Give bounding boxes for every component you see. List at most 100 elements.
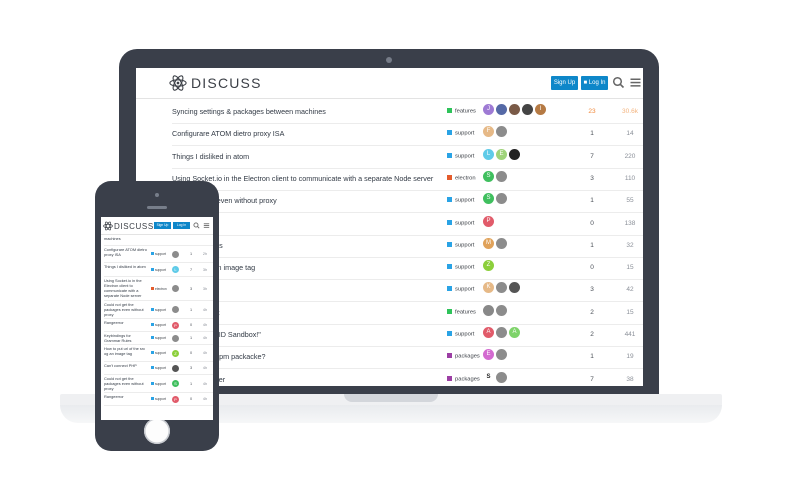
- topic-row[interactable]: Syncing settings & packages between mach…: [172, 101, 643, 124]
- avatar[interactable]: [496, 104, 507, 115]
- hamburger-menu-icon[interactable]: [629, 76, 642, 89]
- phone-topic-title[interactable]: Keybindings for Grammar Rules: [104, 333, 148, 343]
- phone-category-badge[interactable]: support: [151, 351, 166, 355]
- topic-row[interactable]: Using Socket.io in the Electron client t…: [172, 168, 643, 191]
- topic-title-link[interactable]: Things I disliked in atom: [172, 152, 249, 161]
- phone-topic-row[interactable]: Things I disliked in atom support L 7 3h: [104, 263, 213, 277]
- phone-topic-row[interactable]: How to put url of the src og an image ta…: [104, 345, 213, 362]
- avatar[interactable]: S: [483, 371, 494, 383]
- phone-topic-row[interactable]: machines: [104, 235, 213, 246]
- avatar[interactable]: [496, 304, 507, 316]
- phone-category-badge[interactable]: support: [151, 381, 166, 386]
- phone-site-logo[interactable]: DISCUSS: [103, 221, 154, 231]
- phone-topic-title[interactable]: Using Socket.io in the Electron client t…: [104, 278, 148, 298]
- phone-topic-title[interactable]: Could not get the packages even without …: [104, 302, 148, 317]
- phone-avatar[interactable]: P: [172, 395, 179, 403]
- phone-topic-title[interactable]: Rangeerror: [104, 394, 148, 399]
- topic-row[interactable]: PHPsupportK3424h: [172, 279, 643, 303]
- category-badge[interactable]: support: [447, 264, 474, 271]
- phone-avatar[interactable]: [172, 285, 179, 292]
- topic-row[interactable]: Grammar RulessupportM1324h: [172, 235, 643, 258]
- topic-title-link[interactable]: Configurare ATOM dietro proxy ISA: [172, 129, 284, 138]
- avatar[interactable]: [496, 371, 507, 383]
- phone-category-badge[interactable]: support: [151, 366, 166, 370]
- avatar[interactable]: Z: [483, 260, 494, 272]
- phone-avatar[interactable]: [172, 334, 179, 342]
- avatar[interactable]: [522, 104, 533, 115]
- category-badge[interactable]: features: [447, 308, 476, 315]
- phone-avatar[interactable]: [172, 364, 179, 372]
- phone-search-icon[interactable]: [193, 222, 200, 229]
- avatar[interactable]: P: [483, 215, 494, 227]
- phone-topic-row[interactable]: Using Socket.io in the Electron client t…: [104, 277, 213, 301]
- category-badge[interactable]: support: [447, 152, 474, 159]
- phone-avatar[interactable]: S: [172, 380, 179, 387]
- avatar[interactable]: [509, 148, 520, 160]
- avatar[interactable]: [496, 282, 507, 294]
- phone-topic-title[interactable]: Could not get the packages even without …: [104, 376, 148, 391]
- category-badge[interactable]: features: [447, 108, 476, 115]
- avatar[interactable]: [509, 282, 520, 294]
- phone-category-badge[interactable]: support: [151, 267, 166, 272]
- phone-category-badge[interactable]: support: [151, 336, 166, 340]
- phone-hamburger-menu-icon[interactable]: [203, 222, 210, 229]
- phone-category-badge[interactable]: support: [151, 307, 166, 312]
- avatar[interactable]: K: [483, 282, 494, 294]
- topic-row[interactable]: the packages even without proxy support S 1…: [172, 190, 643, 214]
- avatar[interactable]: [496, 193, 507, 205]
- topic-row[interactable]: m packagefolderpackagesS7387h: [172, 369, 643, 386]
- log-in-button[interactable]: ■ Log In: [581, 76, 608, 90]
- search-icon[interactable]: [612, 76, 625, 89]
- avatar[interactable]: [496, 237, 507, 249]
- avatar[interactable]: S: [483, 193, 494, 205]
- avatar[interactable]: [483, 304, 494, 316]
- phone-topic-row[interactable]: Could not get the packages even without …: [104, 301, 213, 319]
- phone-avatar[interactable]: L: [172, 266, 179, 273]
- sign-up-button[interactable]: Sign Up: [551, 76, 578, 90]
- phone-sign-up-button[interactable]: Sign Up: [154, 222, 171, 229]
- phone-topic-title[interactable]: How to put url of the src og an image ta…: [104, 346, 148, 356]
- category-badge[interactable]: support: [447, 197, 474, 204]
- avatar[interactable]: A: [483, 327, 494, 338]
- phone-avatar[interactable]: [172, 250, 179, 258]
- phone-topic-title[interactable]: Configurare ATOM dietro proxy ISA: [104, 247, 148, 257]
- phone-log-in-button[interactable]: Log In: [173, 222, 190, 229]
- phone-topic-row[interactable]: Rangeerror support P 0 4h: [104, 393, 213, 406]
- avatar[interactable]: [509, 104, 520, 115]
- phone-topic-title[interactable]: machines: [104, 236, 148, 241]
- avatar[interactable]: S: [483, 170, 494, 182]
- phone-avatar[interactable]: Z: [172, 349, 179, 357]
- phone-category-badge[interactable]: electron: [151, 286, 167, 291]
- avatar[interactable]: F: [483, 126, 494, 138]
- phone-topic-row[interactable]: Rangeerror support P 0 4h: [104, 319, 213, 332]
- avatar[interactable]: E: [496, 148, 507, 160]
- avatar[interactable]: L: [483, 148, 494, 160]
- category-badge[interactable]: electron: [447, 174, 476, 181]
- phone-category-badge[interactable]: support: [151, 397, 166, 401]
- category-badge[interactable]: support: [447, 241, 474, 248]
- category-badge[interactable]: support: [447, 219, 474, 226]
- avatar[interactable]: [496, 170, 507, 182]
- phone-topic-title[interactable]: Things I disliked in atom: [104, 264, 148, 269]
- topic-row[interactable]: without the SUID Sandbox!"supportAA24416…: [172, 324, 643, 347]
- avatar[interactable]: I: [535, 104, 546, 115]
- phone-topic-row[interactable]: Configurare ATOM dietro proxy ISA support…: [104, 246, 213, 263]
- category-badge[interactable]: support: [447, 130, 474, 137]
- category-badge[interactable]: support: [447, 331, 474, 338]
- phone-topic-title[interactable]: Can't connect PHP: [104, 363, 148, 368]
- topic-row[interactable]: riable Highlightfeatures2155h: [172, 302, 643, 325]
- topic-row[interactable]: Things I disliked in atomsupportLE72203h: [172, 146, 643, 169]
- topic-row[interactable]: Configurare ATOM dietro proxy ISA support…: [172, 123, 643, 147]
- topic-row[interactable]: version of an apm packacke?packagesE1197…: [172, 346, 643, 370]
- avatar[interactable]: [496, 126, 507, 138]
- phone-topic-row[interactable]: Keybindings for Grammar Rules support 1 4h: [104, 332, 213, 345]
- site-logo[interactable]: DISCUSS: [169, 74, 262, 92]
- phone-category-badge[interactable]: support: [151, 323, 166, 327]
- category-badge[interactable]: support: [447, 286, 474, 293]
- phone-topic-title[interactable]: Rangeerror: [104, 320, 148, 325]
- avatar[interactable]: A: [509, 327, 520, 338]
- phone-category-badge[interactable]: support: [151, 252, 166, 256]
- topic-title-link[interactable]: Using Socket.io in the Electron client t…: [172, 174, 433, 183]
- avatar[interactable]: J: [483, 104, 494, 115]
- phone-home-button[interactable]: [144, 418, 170, 444]
